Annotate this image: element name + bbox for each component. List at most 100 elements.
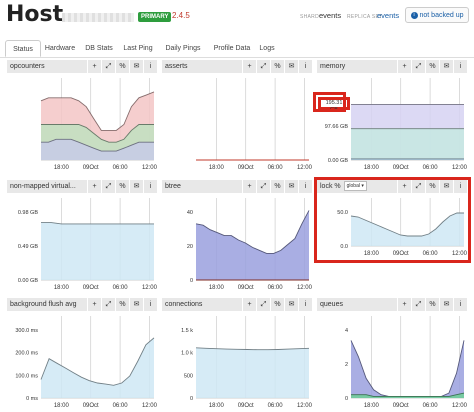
link-icon[interactable]: % bbox=[425, 60, 439, 73]
add-icon[interactable]: + bbox=[242, 60, 256, 73]
x-tick-label: 18:00 bbox=[364, 403, 380, 409]
series-area bbox=[196, 347, 309, 398]
y-tick-label: 40 bbox=[187, 210, 193, 216]
expand-icon[interactable]: ⤢ bbox=[101, 298, 115, 311]
tab-logs[interactable]: Logs bbox=[257, 40, 277, 57]
lock-scope-select[interactable]: global ▾ bbox=[343, 181, 367, 191]
panel-toolbar: + ⤢ % ✉ i bbox=[87, 298, 157, 311]
x-tick-label: 18:00 bbox=[54, 165, 70, 171]
panel-title: non-mapped virtual... bbox=[7, 180, 87, 193]
version-link[interactable]: 2.4.5 bbox=[172, 11, 190, 20]
panel-title: connections bbox=[162, 298, 242, 311]
y-tick-label: 50.0 bbox=[337, 210, 348, 216]
panel-title: background flush avg bbox=[7, 298, 87, 311]
y-tick-label: 0.00 GB bbox=[328, 158, 349, 164]
link-icon[interactable]: % bbox=[270, 180, 284, 193]
panel-asserts: asserts + ⤢ % ✉ i 18:00 09Oct 06:00 12:00 bbox=[162, 60, 312, 174]
x-tick-label: 12:00 bbox=[142, 165, 157, 171]
panel-title: queues bbox=[317, 298, 397, 311]
expand-icon[interactable]: ⤢ bbox=[411, 180, 425, 193]
link-icon[interactable]: % bbox=[115, 60, 129, 73]
info-icon[interactable]: i bbox=[453, 60, 467, 73]
add-icon[interactable]: + bbox=[87, 180, 101, 193]
email-icon[interactable]: ✉ bbox=[439, 60, 453, 73]
link-icon[interactable]: % bbox=[115, 298, 129, 311]
panel-title: asserts bbox=[162, 60, 242, 73]
expand-icon[interactable]: ⤢ bbox=[256, 298, 270, 311]
x-tick-label: 09Oct bbox=[83, 285, 99, 291]
email-icon[interactable]: ✉ bbox=[129, 298, 143, 311]
x-tick-label: 12:00 bbox=[142, 285, 157, 291]
info-icon[interactable]: i bbox=[143, 60, 157, 73]
add-icon[interactable]: + bbox=[87, 60, 101, 73]
panel-toolbar: + ⤢ % ✉ i bbox=[242, 298, 312, 311]
info-icon[interactable]: i bbox=[298, 180, 312, 193]
replica-value-link[interactable]: events bbox=[377, 11, 399, 20]
x-tick-label: 06:00 bbox=[113, 285, 129, 291]
link-icon[interactable]: % bbox=[270, 60, 284, 73]
y-tick-label: 300.0 ms bbox=[15, 328, 38, 334]
expand-icon[interactable]: ⤢ bbox=[256, 60, 270, 73]
tab-db-stats[interactable]: DB Stats bbox=[80, 40, 118, 57]
email-icon[interactable]: ✉ bbox=[284, 180, 298, 193]
info-icon[interactable]: i bbox=[453, 180, 467, 193]
info-icon[interactable]: i bbox=[143, 298, 157, 311]
add-icon[interactable]: + bbox=[87, 298, 101, 311]
link-icon[interactable]: % bbox=[425, 298, 439, 311]
email-icon[interactable]: ✉ bbox=[284, 298, 298, 311]
info-icon[interactable]: i bbox=[143, 180, 157, 193]
add-icon[interactable]: + bbox=[242, 180, 256, 193]
backup-status-button[interactable]: i not backed up bbox=[405, 7, 469, 23]
x-tick-label: 18:00 bbox=[364, 165, 380, 171]
tab-hardware[interactable]: Hardware bbox=[42, 40, 78, 57]
y-tick-label: 500 bbox=[184, 373, 193, 379]
panel-queues: queues + ⤢ % ✉ i 18:00 09Oct 06:00 12:00 4 2 0 bbox=[317, 298, 467, 412]
x-tick-label: 09Oct bbox=[83, 165, 99, 171]
link-icon[interactable]: % bbox=[270, 298, 284, 311]
hostname-redacted bbox=[62, 13, 134, 22]
y-tick-label: 0.98 GB bbox=[18, 210, 39, 216]
tab-daily-pings[interactable]: Daily Pings bbox=[160, 40, 206, 57]
tab-last-ping[interactable]: Last Ping bbox=[119, 40, 157, 57]
series-line bbox=[41, 222, 154, 225]
expand-icon[interactable]: ⤢ bbox=[411, 298, 425, 311]
info-icon[interactable]: i bbox=[298, 298, 312, 311]
backup-status-label: not backed up bbox=[419, 11, 464, 19]
expand-icon[interactable]: ⤢ bbox=[256, 180, 270, 193]
x-tick-label: 06:00 bbox=[113, 403, 129, 409]
expand-icon[interactable]: ⤢ bbox=[101, 60, 115, 73]
x-tick-label: 09Oct bbox=[238, 403, 254, 409]
panel-toolbar: + ⤢ % ✉ i bbox=[397, 298, 467, 311]
add-icon[interactable]: + bbox=[397, 180, 411, 193]
link-icon[interactable]: % bbox=[115, 180, 129, 193]
email-icon[interactable]: ✉ bbox=[439, 298, 453, 311]
tab-profile-data[interactable]: Profile Data bbox=[207, 40, 257, 57]
email-icon[interactable]: ✉ bbox=[129, 180, 143, 193]
add-icon[interactable]: + bbox=[397, 298, 411, 311]
email-icon[interactable]: ✉ bbox=[129, 60, 143, 73]
panel-toolbar: + ⤢ % ✉ i bbox=[397, 60, 467, 73]
x-tick-label: 18:00 bbox=[364, 251, 380, 257]
x-tick-label: 18:00 bbox=[209, 165, 225, 171]
link-icon[interactable]: % bbox=[425, 180, 439, 193]
series-area bbox=[351, 340, 464, 398]
expand-icon[interactable]: ⤢ bbox=[411, 60, 425, 73]
tab-status[interactable]: Status bbox=[5, 40, 41, 57]
x-tick-label: 06:00 bbox=[423, 251, 439, 257]
add-icon[interactable]: + bbox=[242, 298, 256, 311]
panel-toolbar: + ⤢ % ✉ i bbox=[397, 180, 467, 193]
primary-badge: PRIMARY bbox=[138, 12, 172, 22]
x-tick-label: 18:00 bbox=[54, 403, 70, 409]
x-tick-label: 18:00 bbox=[209, 403, 225, 409]
btree-chart: 18:00 09Oct 06:00 12:00 40 20 0 bbox=[187, 198, 312, 291]
email-icon[interactable]: ✉ bbox=[439, 180, 453, 193]
x-tick-label: 09Oct bbox=[393, 165, 409, 171]
info-icon[interactable]: i bbox=[298, 60, 312, 73]
panel-connections: connections + ⤢ % ✉ i 18:00 09Oct 06:00 12:… bbox=[162, 298, 312, 412]
panel-toolbar: + ⤢ % ✉ i bbox=[242, 180, 312, 193]
expand-icon[interactable]: ⤢ bbox=[101, 180, 115, 193]
add-icon[interactable]: + bbox=[397, 60, 411, 73]
email-icon[interactable]: ✉ bbox=[284, 60, 298, 73]
info-icon[interactable]: i bbox=[453, 298, 467, 311]
y-tick-label: 0.0 bbox=[340, 244, 348, 250]
